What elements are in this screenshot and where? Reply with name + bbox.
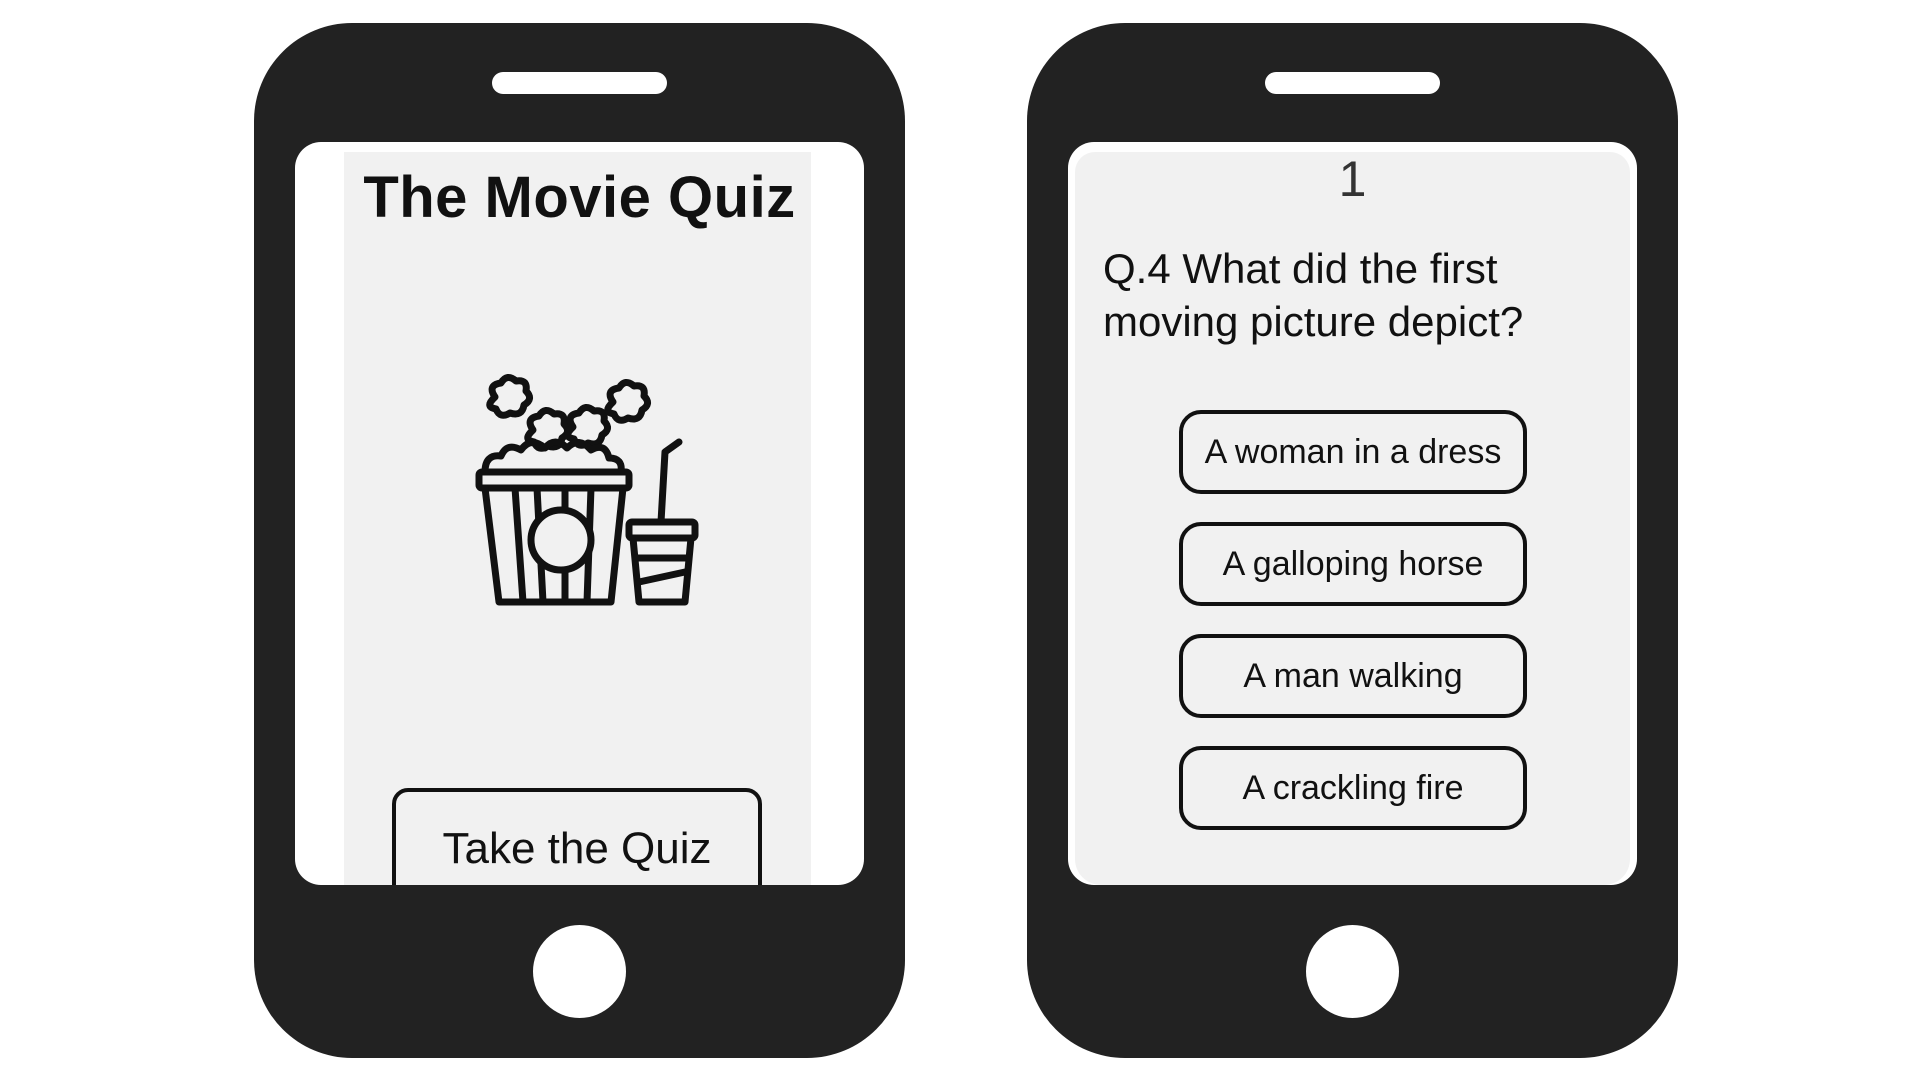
phone-speaker <box>1265 72 1440 94</box>
answer-button[interactable]: A galloping horse <box>1179 522 1527 606</box>
take-quiz-button[interactable]: Take the Quiz <box>392 788 762 885</box>
phone-question-screen: 1 Q.4 What did the first moving picture … <box>1027 23 1678 1058</box>
phone-speaker <box>492 72 667 94</box>
quiz-title: The Movie Quiz <box>363 165 796 230</box>
answer-button[interactable]: A crackling fire <box>1179 746 1527 830</box>
popcorn-and-drink-icon <box>475 374 699 606</box>
question-text: Q.4 What did the first moving picture de… <box>1103 245 1524 345</box>
answer-button[interactable]: A woman in a dress <box>1179 410 1527 494</box>
phone-home-button[interactable] <box>1306 925 1399 1018</box>
answer-button[interactable]: A man walking <box>1179 634 1527 718</box>
screen-question: 1 Q.4 What did the first moving picture … <box>1068 142 1637 885</box>
screen-start: The Movie Quiz Take the Quiz <box>295 142 864 885</box>
question-number: 1 <box>1338 151 1367 207</box>
phone-start-screen: The Movie Quiz Take the Quiz <box>254 23 905 1058</box>
phone-home-button[interactable] <box>533 925 626 1018</box>
answer-list: A woman in a dress A galloping horse A m… <box>1179 410 1527 858</box>
